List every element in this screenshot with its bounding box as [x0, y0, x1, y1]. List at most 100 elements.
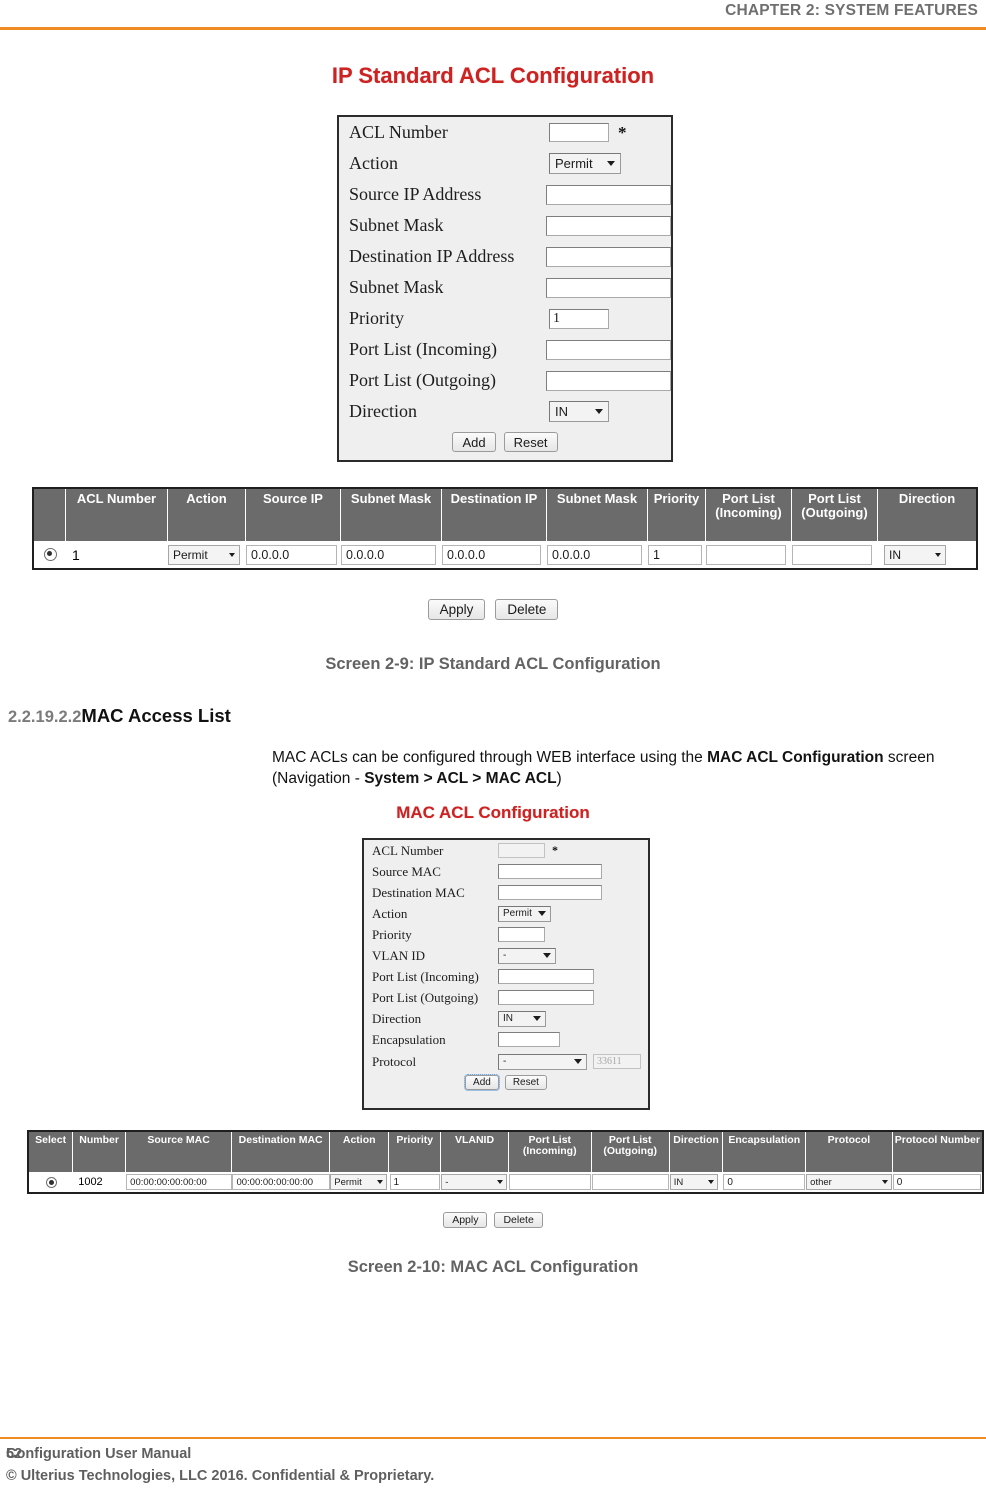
input-port-list-outgoing[interactable] [546, 370, 671, 391]
input-source-mac[interactable] [498, 864, 602, 879]
input-encapsulation[interactable] [498, 1032, 560, 1047]
row-select-radio[interactable] [43, 548, 57, 561]
required-asterisk-icon: * [618, 122, 627, 142]
input-acl-number[interactable] [549, 123, 609, 142]
screen-2-9-caption: Screen 2-9: IP Standard ACL Configuratio… [325, 655, 661, 673]
input-mac-port-list-incoming[interactable] [498, 969, 594, 984]
chevron-down-icon [935, 552, 941, 557]
table-header-row: Select Number Source MAC Destination MAC… [29, 1132, 982, 1172]
row-input-encapsulation[interactable]: 0 [723, 1174, 806, 1190]
ip-table-actions: Apply Delete [0, 599, 986, 620]
chevron-down-icon [497, 1180, 504, 1184]
label-mac-action: Action [372, 905, 408, 921]
th-acl-number: ACL Number [66, 489, 168, 541]
select-mac-direction[interactable]: IN [498, 1010, 546, 1027]
row-input-subnet-mask-2[interactable]: 0.0.0.0 [547, 544, 642, 565]
row-input-source-mac[interactable]: 00:00:00:00:00:00 [126, 1174, 233, 1190]
select-vlan-id[interactable]: - [498, 947, 556, 964]
select-mac-action[interactable]: Permit [498, 905, 551, 922]
row-input-port-list-outgoing[interactable] [591, 1174, 669, 1190]
th-action: Action [330, 1132, 390, 1172]
row-select-radio[interactable] [45, 1176, 57, 1188]
form-row-subnet-mask-2: Subnet Mask [339, 272, 671, 303]
row-select-direction[interactable]: IN [884, 544, 946, 565]
form-row-source-mac: Source MAC [364, 861, 648, 882]
form-row-mac-priority: Priority [364, 924, 648, 945]
row-action-value: Permit [334, 1176, 362, 1188]
select-direction[interactable]: IN [549, 401, 609, 422]
chevron-down-icon [882, 1180, 889, 1184]
select-protocol[interactable]: - [498, 1053, 587, 1070]
mac-acl-screen-title: MAC ACL Configuration [396, 803, 590, 822]
input-destination-mac[interactable] [498, 885, 602, 900]
row-input-priority[interactable]: 1 [389, 1174, 440, 1190]
paragraph-bold-2: System > ACL > MAC ACL [364, 769, 557, 787]
select-direction-value: IN [555, 404, 568, 419]
chevron-down-icon [533, 1016, 541, 1021]
label-subnet-mask-2: Subnet Mask [349, 277, 444, 297]
form-row-mac-acl-number: ACL Number * [364, 840, 648, 861]
row-input-port-list-incoming[interactable] [508, 1174, 591, 1190]
row-input-destination-mac[interactable]: 00:00:00:00:00:00 [232, 1174, 331, 1190]
input-priority[interactable]: 1 [549, 308, 609, 329]
add-button[interactable]: Add [452, 432, 496, 452]
th-action: Action [168, 489, 246, 541]
input-destination-ip-address[interactable] [546, 246, 671, 267]
td-protocol-number: 0 [892, 1172, 983, 1192]
th-subnet-mask-1: Subnet Mask [341, 489, 442, 541]
row-direction-value: IN [673, 1176, 684, 1188]
input-subnet-mask-2[interactable] [546, 277, 671, 298]
label-encapsulation: Encapsulation [372, 1031, 446, 1047]
reset-button[interactable]: Reset [504, 1075, 547, 1090]
form-row-action: Action Permit [339, 148, 671, 179]
label-mac-priority: Priority [372, 926, 412, 942]
td-action: Permit [168, 541, 246, 568]
form-row-acl-number: ACL Number * [339, 117, 671, 148]
apply-button[interactable]: Apply [427, 599, 486, 620]
row-select-protocol[interactable]: other [806, 1174, 893, 1190]
th-priority: Priority [389, 1132, 442, 1172]
select-mac-action-value: Permit [503, 908, 532, 919]
row-input-port-list-outgoing[interactable] [792, 544, 872, 565]
select-mac-direction-value: IN [503, 1013, 513, 1024]
footer-line-1: Configuration User Manual [6, 1446, 192, 1462]
row-input-protocol-number[interactable]: 0 [892, 1174, 981, 1190]
row-select-vlanid[interactable]: - [441, 1174, 508, 1190]
row-input-destination-ip[interactable]: 0.0.0.0 [442, 544, 541, 565]
row-select-action[interactable]: Permit [168, 544, 240, 565]
row-input-port-list-incoming[interactable] [706, 544, 786, 565]
input-mac-acl-number[interactable] [498, 843, 545, 858]
td-direction: IN [669, 1172, 724, 1192]
delete-button[interactable]: Delete [495, 599, 559, 620]
page-number: 52 [6, 1446, 23, 1462]
add-button[interactable]: Add [464, 1074, 500, 1091]
row-input-priority[interactable]: 1 [648, 544, 702, 565]
input-mac-port-list-outgoing[interactable] [498, 990, 594, 1005]
th-number: Number [73, 1132, 126, 1172]
td-priority: 1 [389, 1172, 442, 1192]
label-destination-mac: Destination MAC [372, 884, 465, 900]
footer-rule [0, 1437, 986, 1439]
input-protocol-number[interactable]: 33611 [593, 1054, 641, 1069]
input-mac-priority[interactable] [498, 927, 545, 942]
td-destination-ip: 0.0.0.0 [442, 541, 547, 568]
td-subnet-mask-2: 0.0.0.0 [547, 541, 648, 568]
row-input-source-ip[interactable]: 0.0.0.0 [246, 544, 337, 565]
input-subnet-mask-1[interactable] [546, 215, 671, 236]
input-port-list-incoming[interactable] [546, 339, 671, 360]
reset-button[interactable]: Reset [503, 432, 558, 452]
row-vlanid-value: - [445, 1176, 449, 1188]
ip-form-actions: Add Reset [339, 432, 671, 452]
input-source-ip-address[interactable] [546, 184, 671, 205]
delete-button[interactable]: Delete [494, 1212, 543, 1228]
row-select-action[interactable]: Permit [330, 1174, 388, 1190]
td-priority: 1 [648, 541, 706, 568]
select-action[interactable]: Permit [549, 153, 621, 174]
row-select-direction[interactable]: IN [669, 1174, 718, 1190]
th-subnet-mask-2: Subnet Mask [547, 489, 648, 541]
apply-button[interactable]: Apply [443, 1212, 488, 1228]
td-direction: IN [878, 541, 976, 568]
th-source-mac: Source MAC [125, 1132, 233, 1172]
form-row-priority: Priority 1 [339, 303, 671, 334]
row-input-subnet-mask-1[interactable]: 0.0.0.0 [341, 544, 436, 565]
